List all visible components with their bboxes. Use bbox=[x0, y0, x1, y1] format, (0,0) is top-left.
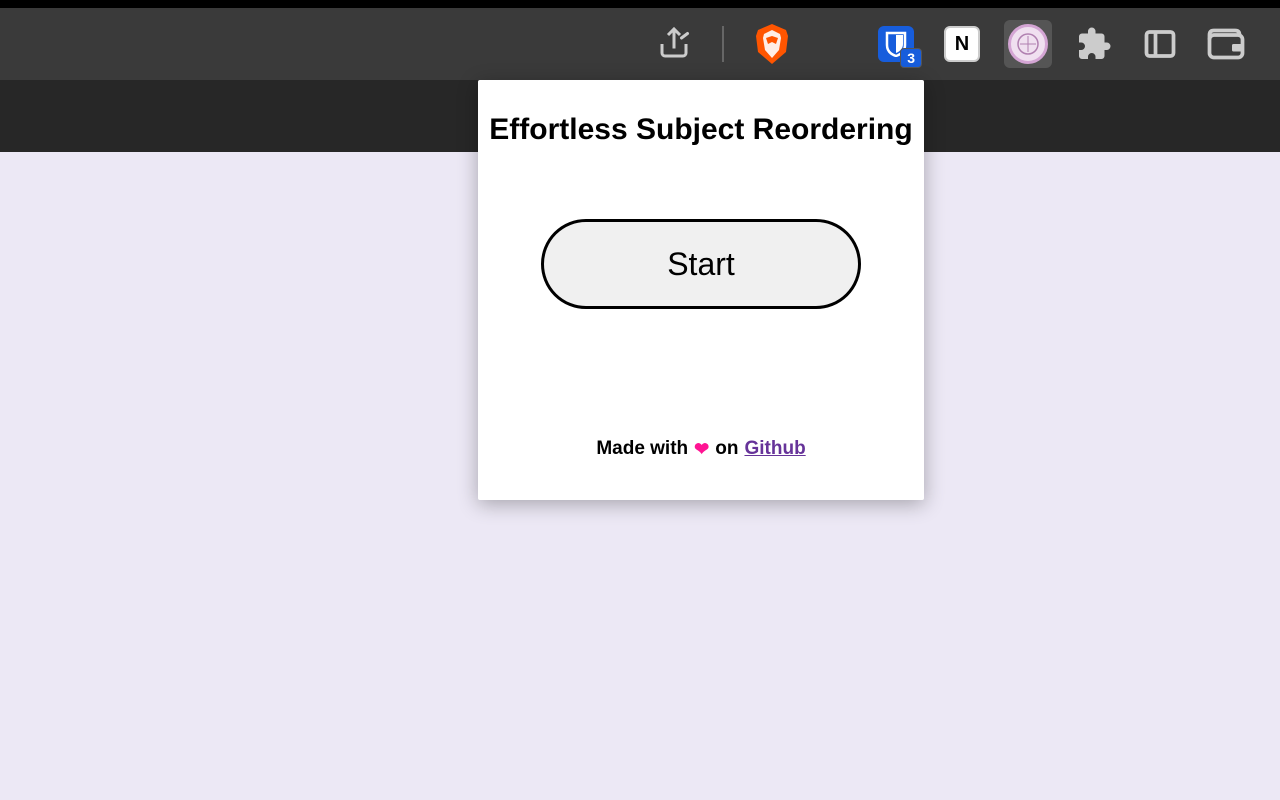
heart-icon: ❤ bbox=[694, 439, 709, 460]
toolbar-divider bbox=[722, 26, 724, 62]
bitwarden-badge: 3 bbox=[900, 48, 922, 68]
extension-popup: Effortless Subject Reordering Start Made… bbox=[478, 80, 924, 500]
window-top-border bbox=[0, 0, 1280, 8]
github-link[interactable]: Github bbox=[744, 438, 805, 460]
footer-on: on bbox=[715, 438, 738, 460]
notion-extension-icon[interactable]: N bbox=[938, 20, 986, 68]
extensions-puzzle-icon[interactable] bbox=[1070, 20, 1118, 68]
popup-title: Effortless Subject Reordering bbox=[489, 110, 912, 149]
popup-footer: Made with ❤ on Github bbox=[596, 438, 805, 460]
brave-shield-icon[interactable] bbox=[748, 20, 796, 68]
start-button[interactable]: Start bbox=[541, 219, 861, 309]
share-icon[interactable] bbox=[650, 20, 698, 68]
bitwarden-extension-icon[interactable]: 3 bbox=[872, 20, 920, 68]
browser-toolbar: 3 N bbox=[0, 8, 1280, 80]
sidebar-toggle-icon[interactable] bbox=[1136, 20, 1184, 68]
footer-prefix: Made with bbox=[596, 438, 688, 460]
wallet-icon[interactable] bbox=[1202, 20, 1250, 68]
active-extension-icon[interactable] bbox=[1004, 20, 1052, 68]
